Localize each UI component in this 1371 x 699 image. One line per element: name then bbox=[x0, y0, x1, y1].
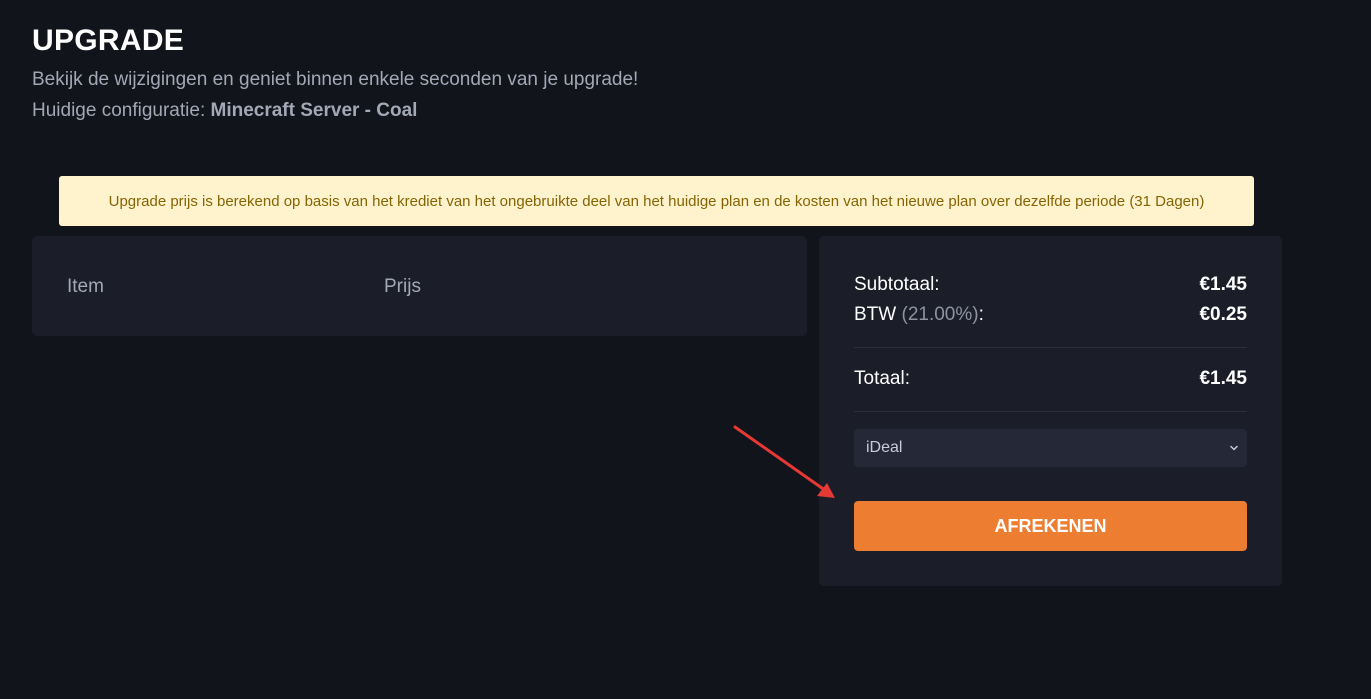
order-summary-card: Subtotaal: €1.45 BTW (21.00%): €0.25 Tot… bbox=[819, 236, 1282, 586]
total-value: €1.45 bbox=[1199, 368, 1247, 389]
config-label: Huidige configuratie: bbox=[32, 100, 211, 121]
subtotal-label: Subtotaal: bbox=[854, 274, 940, 295]
page-subtitle: Bekijk de wijzigingen en geniet binnen e… bbox=[32, 69, 639, 90]
total-row: Totaal: €1.45 bbox=[854, 368, 1247, 390]
column-header-item: Item bbox=[67, 276, 104, 297]
current-configuration: Huidige configuratie: Minecraft Server -… bbox=[32, 100, 417, 122]
tax-percent: (21.00%) bbox=[901, 304, 979, 325]
payment-method-value: iDeal bbox=[866, 439, 903, 456]
tax-row: BTW (21.00%): €0.25 bbox=[854, 304, 1247, 326]
config-value: Minecraft Server - Coal bbox=[210, 100, 418, 121]
column-header-price: Prijs bbox=[384, 276, 421, 297]
divider bbox=[854, 347, 1247, 348]
checkout-button-label: AFREKENEN bbox=[994, 515, 1107, 536]
tax-value: €0.25 bbox=[1199, 304, 1247, 325]
tax-colon: : bbox=[978, 304, 984, 325]
red-arrow-icon bbox=[733, 425, 835, 498]
subtotal-value: €1.45 bbox=[1199, 274, 1247, 295]
total-label: Totaal: bbox=[854, 368, 910, 389]
divider bbox=[854, 411, 1247, 412]
checkout-button[interactable]: AFREKENEN bbox=[854, 501, 1247, 551]
tax-label: BTW bbox=[854, 304, 897, 325]
tax-label-group: BTW (21.00%): bbox=[854, 304, 984, 326]
notice-text: Upgrade prijs is berekend op basis van h… bbox=[108, 192, 1205, 210]
items-table-card: Item Prijs bbox=[32, 236, 807, 336]
chevron-down-icon bbox=[1229, 443, 1239, 453]
subtotal-row: Subtotaal: €1.45 bbox=[854, 274, 1247, 296]
payment-method-select[interactable]: iDeal bbox=[854, 429, 1247, 467]
page-title: UPGRADE bbox=[32, 24, 185, 57]
upgrade-price-notice: Upgrade prijs is berekend op basis van h… bbox=[59, 176, 1254, 226]
upgrade-page: UPGRADE Bekijk de wijzigingen en geniet … bbox=[0, 0, 1371, 699]
